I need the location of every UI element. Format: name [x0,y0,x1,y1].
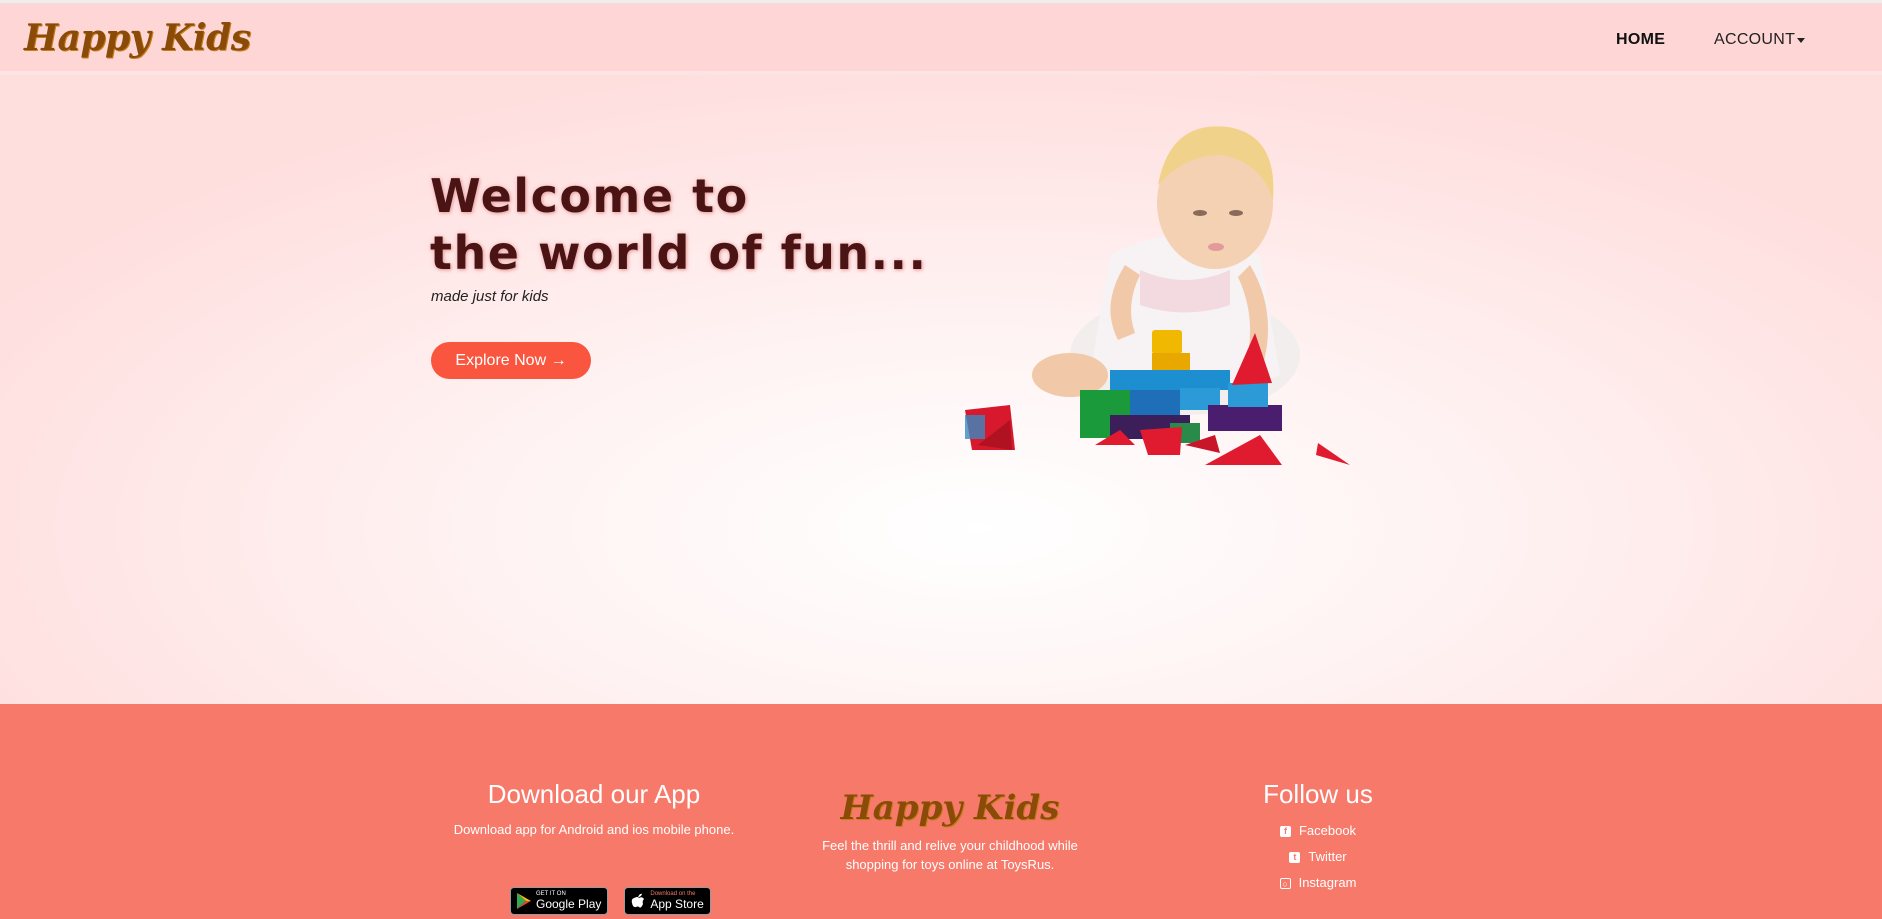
google-play-text: Google Play [536,897,602,911]
instagram-icon: ○ [1279,877,1291,889]
social-link-twitter[interactable]: t Twitter [1218,844,1418,870]
app-store-badge[interactable]: Download on the App Store [624,887,711,915]
twitter-icon: t [1289,851,1301,863]
hero-subtitle: made just for kids [431,288,549,305]
footer: Download our App Download app for Androi… [0,704,1882,919]
hero-title-line2: the world of fun... [430,226,928,280]
facebook-icon: f [1279,825,1291,837]
social-link-label: Instagram [1298,875,1357,890]
baby-with-blocks-image [965,126,1350,465]
social-link-facebook[interactable]: f Facebook [1218,818,1418,844]
navbar: Happy Kids HOME ACCOUNT [0,0,1882,75]
apple-icon [632,893,645,908]
explore-now-button[interactable]: Explore Now → [431,342,591,379]
nav-home-link[interactable]: HOME [1616,31,1665,49]
download-app-section: Download our App Download app for Androi… [434,779,754,839]
footer-brand-logo: Happy Kids [840,788,1060,828]
hero-title-line1: Welcome to [430,169,749,223]
hero-section: Welcome to the world of fun... made just… [0,75,1882,704]
chevron-down-icon[interactable] [1797,38,1805,43]
social-link-label: Twitter [1308,849,1347,864]
follow-us-title: Follow us [1263,779,1373,809]
download-app-desc: Download app for Android and ios mobile … [453,822,735,837]
nav-account-dropdown[interactable]: ACCOUNT [1714,31,1795,49]
social-link-label: Facebook [1298,823,1357,838]
app-store-text: App Store [650,897,704,911]
download-app-title: Download our App [487,779,701,809]
hero-title: Welcome to the world of fun... [430,168,950,282]
google-play-badge[interactable]: GET IT ON Google Play [510,887,609,915]
social-link-instagram[interactable]: ○ Instagram [1218,870,1418,896]
google-play-icon [517,893,531,909]
app-store-badges: GET IT ON Google Play Download on the Ap… [510,887,711,915]
brand-logo[interactable]: Happy Kids [24,17,251,59]
footer-brand-desc-line1: Feel the thrill and relive your childhoo… [822,838,1078,853]
footer-brand-section: Happy Kids Feel the thrill and relive yo… [810,788,1090,874]
footer-brand-desc-line2: shopping for toys online at ToysRus. [845,857,1055,872]
follow-us-section: Follow us f Facebook t Twitter ○ Instagr… [1218,779,1418,896]
footer-brand-desc: Feel the thrill and relive your childhoo… [810,836,1090,874]
social-links: f Facebook t Twitter ○ Instagram [1218,818,1418,896]
